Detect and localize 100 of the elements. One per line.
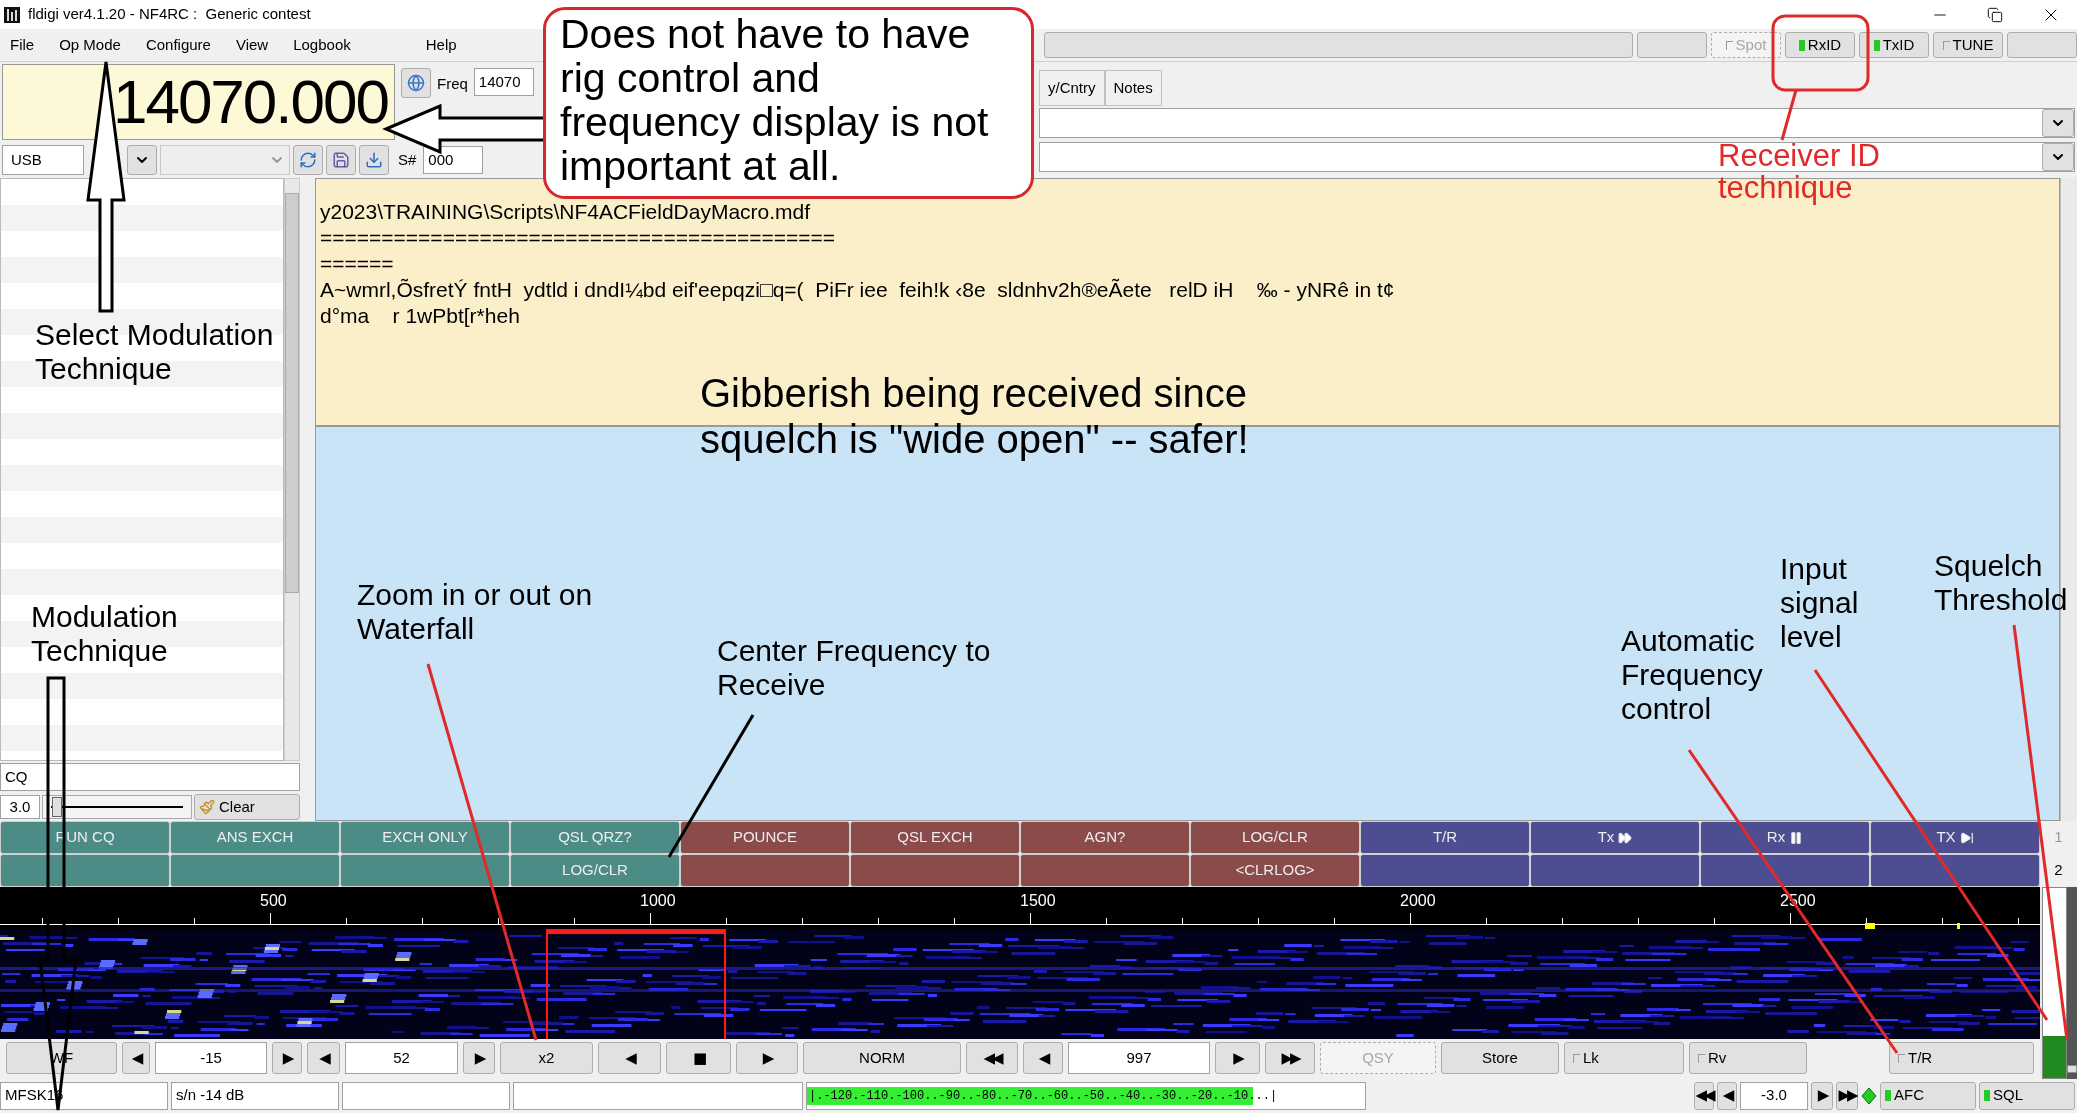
received-text-line: ======	[320, 251, 394, 277]
freq-label: Freq	[437, 74, 468, 94]
snr-status: s/n -14 dB	[171, 1081, 339, 1110]
squelch-slider[interactable]	[2067, 887, 2077, 1079]
annotation-label: Zoom in or out on Waterfall	[357, 578, 594, 646]
arrow-button[interactable]: ■	[666, 1042, 731, 1074]
arrow-button[interactable]: ◀	[307, 1042, 340, 1074]
control-button[interactable]: Store	[1441, 1042, 1559, 1074]
arrow-button[interactable]: ◀	[598, 1042, 661, 1074]
broom-icon	[199, 799, 215, 815]
toggle-button[interactable]: AFC	[1880, 1081, 1976, 1110]
callout-note: Does not have to have rig control and frequency display is not important at all.	[543, 7, 1034, 199]
leader-line	[1780, 89, 1798, 141]
toggle-button[interactable]: TUNE	[1933, 32, 2003, 58]
arrow-button[interactable]: ◀◀	[1694, 1081, 1714, 1110]
menu-item[interactable]: Op Mode	[59, 33, 121, 57]
macro-bar-number: 2	[2053, 860, 2064, 881]
dropdown-button[interactable]	[127, 145, 157, 175]
frequency-display[interactable]: 14070.000	[2, 64, 395, 140]
macro-button[interactable]: POUNCE	[680, 821, 850, 854]
arrow-button[interactable]: ▶	[272, 1042, 302, 1074]
slider-thumb[interactable]	[52, 797, 62, 817]
macro-button[interactable]: Rx	[1700, 821, 1870, 854]
received-text-line: y2023\TRAINING\Scripts\NF4ACFieldDayMacro.mdf	[320, 199, 811, 225]
window-title: fldigi ver4.1.20 - NF4RC : Generic contest	[28, 4, 311, 25]
arrow-button[interactable]: ▶	[463, 1042, 495, 1074]
log-combo[interactable]	[1039, 142, 2075, 172]
arrow-button[interactable]: ▶▶	[1836, 1081, 1858, 1110]
menu-item[interactable]: Logbook	[293, 33, 351, 57]
toggle-button[interactable]: SQL	[1979, 1081, 2075, 1110]
number-field[interactable]: -3.0	[1740, 1081, 1808, 1110]
fast-forward-icon	[1618, 830, 1633, 845]
scrollbar[interactable]	[284, 178, 300, 761]
toggle-button[interactable]: Lk	[1564, 1042, 1684, 1074]
toggle-button[interactable]: TxID	[1859, 32, 1929, 58]
arrow-button[interactable]: ◀	[1023, 1042, 1063, 1074]
log-list[interactable]	[0, 178, 284, 761]
control-button[interactable]: NORM	[803, 1042, 961, 1074]
slider-track[interactable]	[42, 795, 192, 819]
toggle-button[interactable]: Rv	[1689, 1042, 1807, 1074]
annotation-label: Input signal level	[1780, 552, 1860, 654]
arrow-button[interactable]: ◀◀	[966, 1042, 1018, 1074]
macro-button[interactable]	[0, 854, 170, 887]
arrow-button[interactable]: ◀	[1717, 1081, 1737, 1110]
waterfall-drawing[interactable]	[0, 929, 2040, 1039]
skip-forward-icon	[1959, 830, 1974, 845]
annotation-label: Gibberish being received since squelch is "wide open" -- safer!	[700, 370, 1250, 462]
arrow-button[interactable]: ▶	[1215, 1042, 1260, 1074]
signal-marker	[1865, 923, 1875, 929]
menu-item[interactable]: Configure	[145, 33, 211, 57]
macro-button[interactable]: <CLRLOG>	[1190, 854, 1360, 887]
smeter-field[interactable]: 000	[423, 146, 484, 174]
squelch-slider-thumb[interactable]	[2067, 1065, 2077, 1074]
arrow-button[interactable]: ▶	[736, 1042, 798, 1074]
mode-combo[interactable]: USB	[2, 145, 84, 175]
number-field[interactable]: 52	[345, 1042, 458, 1074]
macro-button[interactable]: AGN?	[1020, 821, 1190, 854]
toggle-button[interactable]: RxID	[1785, 32, 1855, 58]
download-button[interactable]	[359, 145, 389, 175]
menu-item[interactable]: File	[10, 33, 35, 57]
control-button[interactable]: x2	[500, 1042, 593, 1074]
download-icon	[365, 151, 383, 169]
smeter-label: S#	[398, 149, 417, 170]
number-field[interactable]: 997	[1068, 1042, 1210, 1074]
refresh-icon	[299, 151, 317, 169]
macro-button[interactable]: TX	[1870, 821, 2040, 854]
annotation-label: Receiver ID technique	[1718, 140, 1881, 204]
freq-field[interactable]: 14070	[473, 68, 534, 96]
received-text-line: ==========================================	[320, 225, 836, 251]
pause-icon	[1789, 830, 1804, 845]
app-icon	[4, 6, 20, 23]
scale-label: 500	[260, 891, 287, 911]
macro-button[interactable]: Tx	[1530, 821, 1700, 854]
received-text-line: d°ma r 1wPbt[r*heh	[320, 303, 520, 329]
cq-field[interactable]: CQ	[0, 763, 300, 791]
macro-button[interactable]: QSL EXCH	[850, 821, 1020, 854]
log-tab[interactable]: Notes	[1104, 70, 1162, 106]
globe-icon	[407, 74, 425, 92]
macro-button[interactable]: LOG/CLR	[1190, 821, 1360, 854]
arrow-button[interactable]: ▶▶	[1265, 1042, 1315, 1074]
macro-button[interactable]: T/R	[1360, 821, 1530, 854]
globe-button[interactable]	[401, 68, 431, 98]
number-field[interactable]: -15	[155, 1042, 267, 1074]
log-tab[interactable]: y/Cntry	[1039, 70, 1105, 106]
log-combo[interactable]	[1039, 108, 2075, 138]
arrow-button[interactable]: ◀	[122, 1042, 150, 1074]
memory-button[interactable]	[326, 145, 356, 175]
clear-button[interactable]: Clear	[194, 794, 300, 820]
annotation-label: Squelch Threshold	[1934, 549, 2069, 617]
toggle-button[interactable]: T/R	[1889, 1042, 2034, 1074]
sync-button[interactable]	[293, 145, 323, 175]
annotation-label: Modulation Technique	[31, 600, 179, 668]
received-text-line: A~wmrl,ÕsfretÝ fntH ydtld i dndI¼bd eif'eepqzi□q=( PiFr iee feih!k ‹8e sldnhv2h®eÃete relD iH ‰ - yNRê in t¢	[320, 277, 1395, 303]
restore-icon[interactable]	[1987, 6, 2003, 23]
arrow-button[interactable]: ▶	[1811, 1081, 1833, 1110]
scale-label: 1500	[1020, 891, 1056, 911]
menu-item[interactable]: View	[235, 33, 269, 57]
scale-label: 2000	[1400, 891, 1436, 911]
scale-label: 1000	[640, 891, 676, 911]
menu-item[interactable]: Help	[425, 33, 457, 57]
